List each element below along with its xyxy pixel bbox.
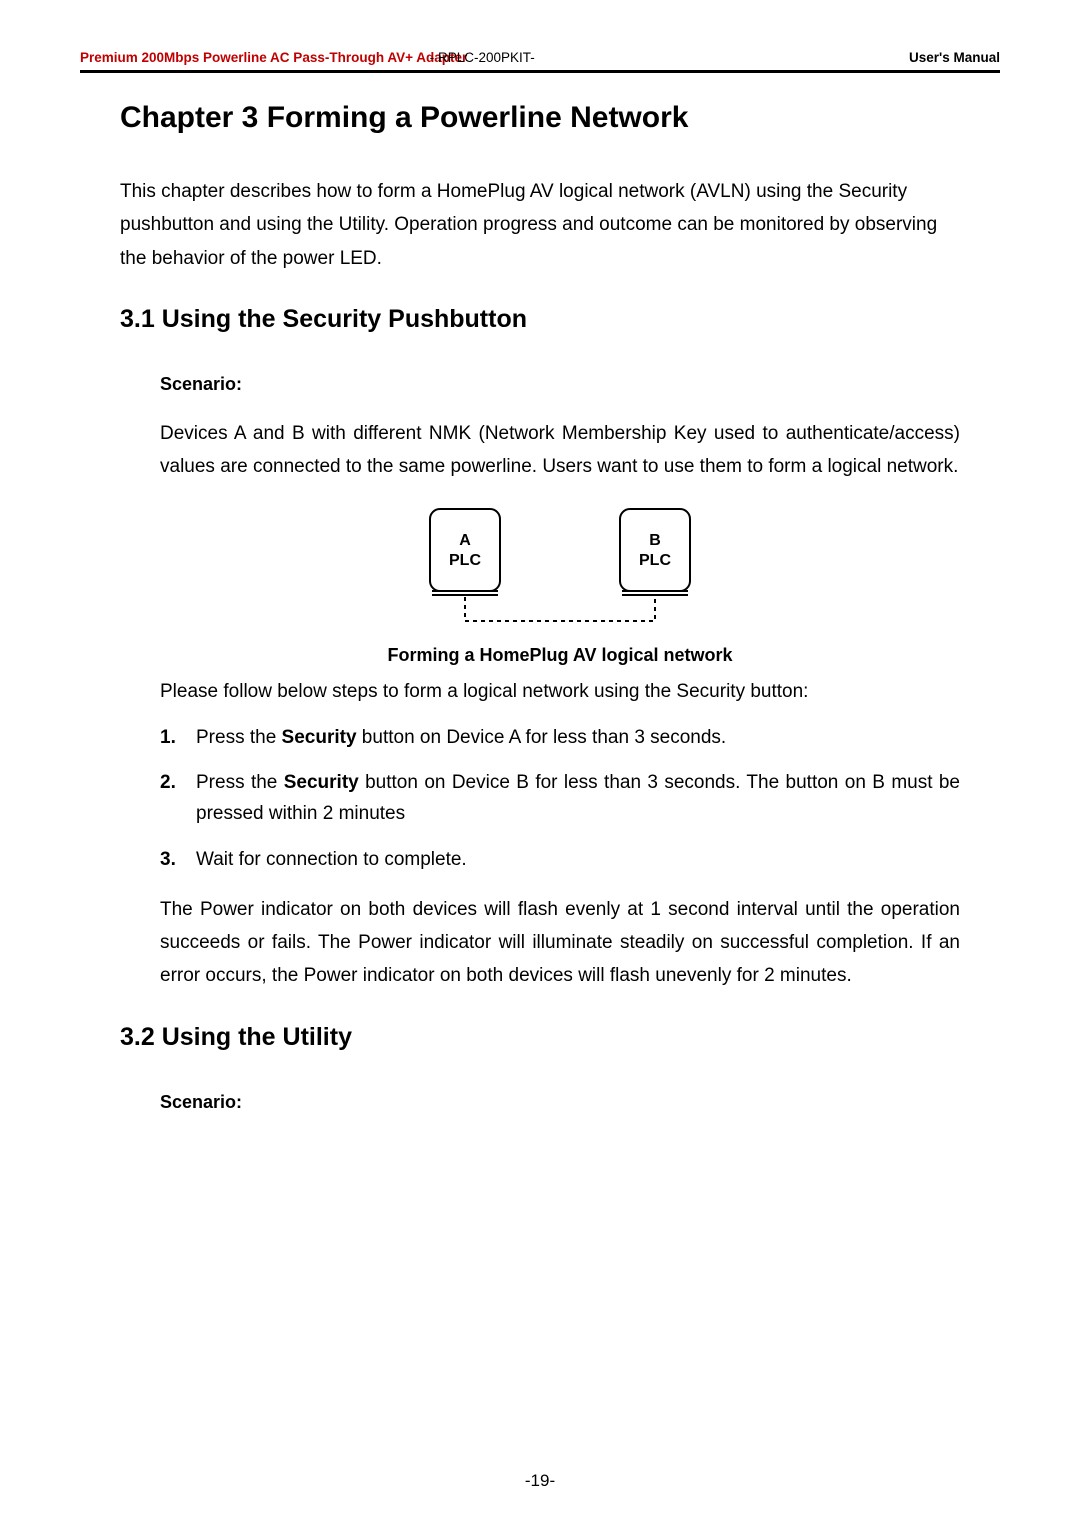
section-3-1-body: Scenario: Devices A and B with different…	[120, 374, 960, 993]
step-3-text: Wait for connection to complete.	[196, 844, 960, 875]
outcome-text: The Power indicator on both devices will…	[160, 893, 960, 993]
section-3-2-body: Scenario:	[120, 1092, 960, 1113]
diagram-label-plc-a: PLC	[449, 552, 481, 569]
chapter-intro: This chapter describes how to form a Hom…	[120, 175, 960, 275]
diagram-label-plc-b: PLC	[639, 552, 671, 569]
scenario-text-31: Devices A and B with different NMK (Netw…	[160, 417, 960, 484]
header-divider	[80, 70, 1000, 73]
step-3: 3. Wait for connection to complete.	[160, 844, 960, 875]
section-3-2-title: 3.2 Using the Utility	[120, 1023, 960, 1052]
steps-intro: Please follow below steps to form a logi…	[160, 676, 960, 707]
diagram-label-b: B	[649, 532, 661, 549]
header-manual-label: User's Manual	[909, 50, 1000, 65]
header-product-name: Premium 200Mbps Powerline AC Pass-Throug…	[80, 50, 535, 65]
scenario-label-31: Scenario:	[160, 374, 960, 395]
step-1-text: Press the Security button on Device A fo…	[196, 722, 960, 753]
page-content: Chapter 3 Forming a Powerline Network Th…	[80, 101, 1000, 1113]
step-2: 2. Press the Security button on Device B…	[160, 767, 960, 830]
diagram-label-a: A	[459, 532, 471, 549]
document-page: Premium 200Mbps Powerline AC Pass-Throug…	[0, 0, 1080, 1527]
header-model: - RPLC-200PKIT-	[430, 50, 535, 65]
page-header: Premium 200Mbps Powerline AC Pass-Throug…	[80, 50, 1000, 68]
network-diagram: A PLC B PLC	[160, 501, 960, 631]
section-3-1-title: 3.1 Using the Security Pushbutton	[120, 305, 960, 334]
step-3-number: 3.	[160, 844, 196, 875]
step-2-text: Press the Security button on Device B fo…	[196, 767, 960, 830]
steps-list: 1. Press the Security button on Device A…	[160, 722, 960, 875]
step-1-number: 1.	[160, 722, 196, 753]
plc-diagram-svg: A PLC B PLC	[410, 501, 710, 631]
step-2-number: 2.	[160, 767, 196, 830]
scenario-label-32: Scenario:	[160, 1092, 960, 1113]
step-1: 1. Press the Security button on Device A…	[160, 722, 960, 753]
diagram-caption: Forming a HomePlug AV logical network	[160, 645, 960, 666]
page-number: -19-	[0, 1471, 1080, 1491]
chapter-title: Chapter 3 Forming a Powerline Network	[120, 101, 960, 135]
header-left-bold: Premium 200Mbps Powerline AC Pass-Throug…	[80, 50, 467, 65]
